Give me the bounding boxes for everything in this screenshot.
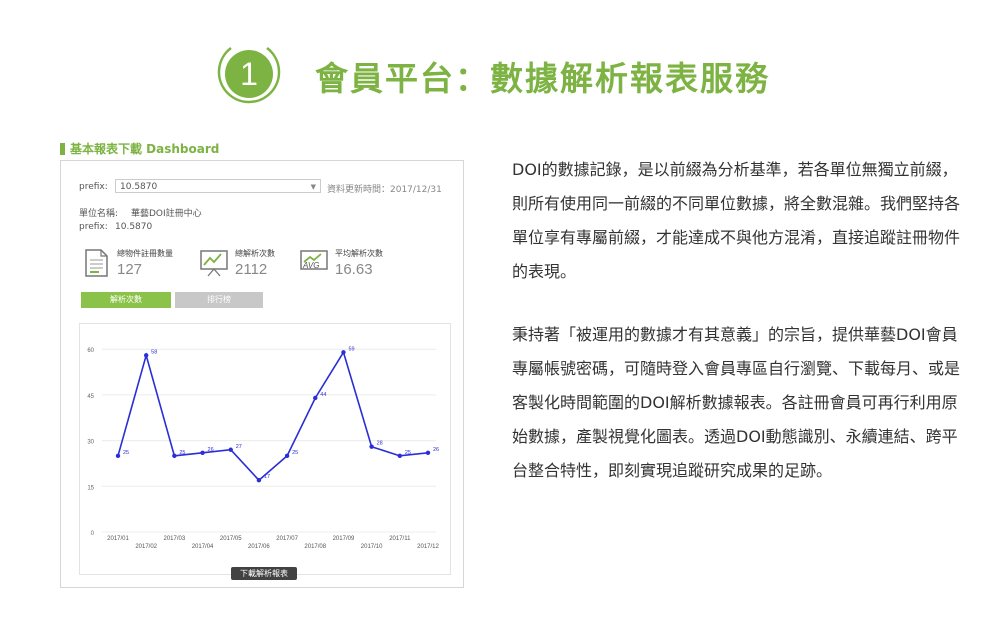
y-tick-label: 45 xyxy=(87,394,94,400)
data-point xyxy=(200,450,205,455)
data-label: 25 xyxy=(123,450,129,456)
prefix-select-value: 10.5870 xyxy=(120,182,158,192)
page-title: 會員平台：數據解析報表服務 xyxy=(315,59,770,98)
data-label: 28 xyxy=(377,441,383,447)
data-point xyxy=(172,453,177,459)
caption-marker xyxy=(60,143,65,155)
dashboard-caption: 基本報表下載 Dashboard xyxy=(60,140,219,157)
stat-label: 總物件註冊數量 xyxy=(117,249,173,258)
data-label: 59 xyxy=(348,346,354,352)
x-tick-label: 2017/10 xyxy=(361,544,383,550)
stat-value: 2112 xyxy=(235,261,268,278)
paragraph-service: 秉持著「被運用的數據才有其意義」的宗旨，提供華藝DOI會員專屬帳號密碼，可隨時登… xyxy=(512,325,961,480)
x-tick-label: 2017/04 xyxy=(192,544,214,550)
header: 1 會員平台：數據解析報表服務 xyxy=(0,0,1000,120)
stat-value: 16.63 xyxy=(335,261,373,278)
data-label: 17 xyxy=(264,474,270,480)
updated-time: 資料更新時間：2017/12/31 xyxy=(327,185,442,195)
data-point xyxy=(256,478,262,483)
data-point xyxy=(313,395,318,401)
x-tick-label: 2017/01 xyxy=(107,536,129,542)
data-label: 26 xyxy=(433,447,439,453)
data-label: 25 xyxy=(179,450,185,456)
y-tick-label: 0 xyxy=(91,531,95,537)
series-line xyxy=(117,350,429,482)
data-point xyxy=(425,450,431,455)
dashboard-panel: prefix: 10.5870 ▼ 資料更新時間：2017/12/31 單位名稱… xyxy=(60,160,464,588)
x-tick-label: 2017/02 xyxy=(135,544,157,550)
stat-value: 127 xyxy=(117,261,143,278)
stat-label: 總解析次數 xyxy=(235,249,275,258)
data-label: 58 xyxy=(151,349,157,355)
document-icon xyxy=(85,249,108,277)
dashboard-caption-text: 基本報表下載 Dashboard xyxy=(70,142,220,156)
prefix-info-label: prefix: xyxy=(79,222,108,232)
step-number-badge: 1 xyxy=(211,36,287,112)
x-tick-label: 2017/06 xyxy=(248,544,270,550)
x-tick-label: 2017/03 xyxy=(164,536,186,542)
data-label: 27 xyxy=(236,444,242,450)
data-point xyxy=(341,350,346,355)
data-label: 25 xyxy=(405,450,411,456)
y-tick-label: 15 xyxy=(87,485,94,491)
prefix-label: prefix: xyxy=(79,182,108,192)
chart-area: 0 15 30 45 60 2017/01 2017/02 2017/03 2017/04 201… xyxy=(79,323,451,575)
line-chart: 0 15 30 45 60 2017/01 2017/02 2017/03 2017/04 201… xyxy=(87,346,439,550)
data-label: 25 xyxy=(292,450,298,456)
tab-resolutions[interactable]: 解析次數 xyxy=(81,292,171,308)
data-point xyxy=(115,453,121,459)
x-tick-label: 2017/12 xyxy=(417,544,439,550)
unit-name-label: 單位名稱: xyxy=(79,209,119,219)
data-point xyxy=(228,447,233,452)
data-point xyxy=(284,453,290,459)
x-tick-label: 2017/09 xyxy=(333,536,355,542)
prefix-select[interactable]: 10.5870 ▼ xyxy=(115,179,321,193)
data-point xyxy=(397,453,403,459)
data-point xyxy=(369,444,374,449)
unit-name-value: 華藝DOI註冊中心 xyxy=(131,209,202,219)
step-number: 1 xyxy=(240,56,258,92)
data-point xyxy=(143,353,149,358)
chevron-down-icon: ▼ xyxy=(310,183,316,191)
prefix-info-value: 10.5870 xyxy=(115,222,153,232)
x-tick-label: 2017/08 xyxy=(304,544,326,550)
x-tick-label: 2017/11 xyxy=(389,536,411,542)
y-tick-label: 30 xyxy=(87,440,94,446)
y-tick-label: 60 xyxy=(87,348,94,354)
download-report-button[interactable]: 下載解析報表 xyxy=(231,567,297,580)
chart-monitor-icon xyxy=(200,250,228,277)
data-label: 44 xyxy=(320,392,326,398)
tab-ranking[interactable]: 排行榜 xyxy=(175,292,263,308)
paragraph-prefix: DOI的數據記錄，是以前綴為分析基準，若各單位無獨立前綴，則所有使用同一前綴的不… xyxy=(512,160,961,281)
data-label: 26 xyxy=(208,447,214,453)
x-tick-label: 2017/07 xyxy=(276,536,298,542)
stat-label: 平均解析次數 xyxy=(335,249,383,258)
x-tick-label: 2017/05 xyxy=(220,536,242,542)
avg-monitor-icon: AVG xyxy=(300,250,328,270)
svg-text:AVG: AVG xyxy=(302,261,319,270)
